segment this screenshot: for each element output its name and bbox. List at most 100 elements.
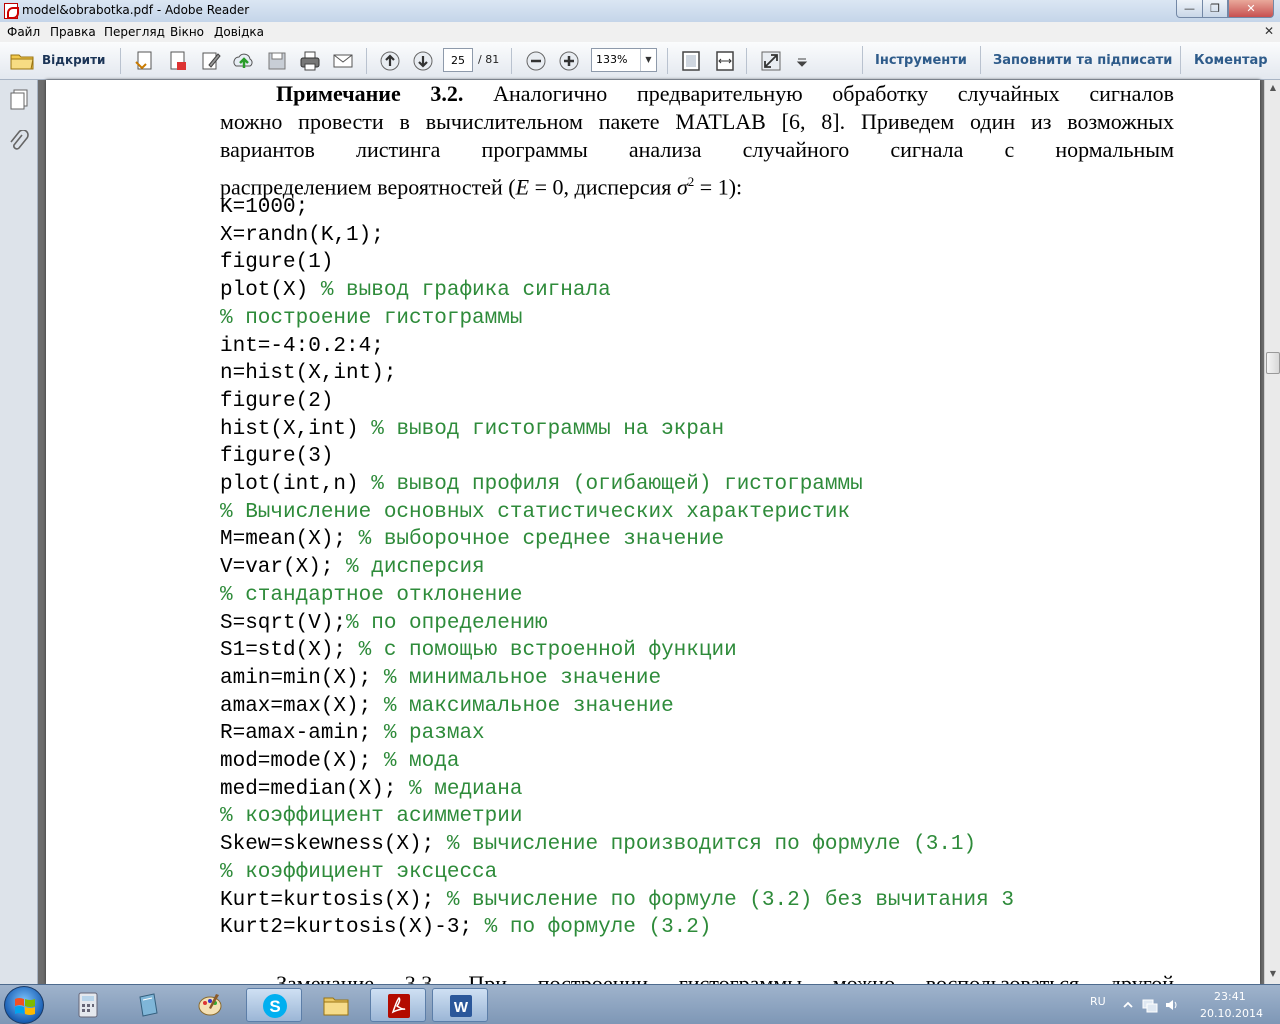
code-comment: % максимальное значение xyxy=(383,694,674,718)
menu-help[interactable]: Довідка xyxy=(214,25,264,39)
note-title: Примечание 3.2. xyxy=(276,81,464,106)
tab-fill-sign[interactable]: Заповнити та підписати xyxy=(993,53,1172,68)
code-line: S=sqrt(V);% по определению xyxy=(220,612,548,636)
next-page-icon[interactable] xyxy=(412,50,434,72)
export-pdf-icon[interactable] xyxy=(167,50,189,72)
code-text: S=sqrt(V); xyxy=(220,611,347,635)
vertical-scrollbar[interactable]: ▲ ▼ xyxy=(1264,80,1280,984)
code-text: plot(int,n) xyxy=(220,473,372,496)
code-line: mod=mode(X); % мода xyxy=(220,750,459,774)
tray-volume-icon[interactable] xyxy=(1164,997,1180,1013)
minimize-button[interactable]: — xyxy=(1176,0,1203,18)
tray-clock-date[interactable]: 20.10.2014 xyxy=(1200,1007,1263,1020)
scrollbar-thumb[interactable] xyxy=(1266,352,1280,374)
upload-icon[interactable] xyxy=(233,50,255,72)
code-line: figure(1) xyxy=(220,251,333,275)
svg-text:W: W xyxy=(454,999,469,1016)
close-button[interactable]: ✕ xyxy=(1228,0,1274,18)
taskbar-notes[interactable] xyxy=(120,988,176,1022)
prose-line: Примечание 3.2. Аналогично предварительн… xyxy=(276,81,1174,106)
code-line: M=mean(X); % выборочное среднее значение xyxy=(220,528,724,552)
tab-comment[interactable]: Коментар xyxy=(1194,53,1268,68)
open-button[interactable]: Відкрити xyxy=(6,49,106,73)
code-text: S1=std(X); xyxy=(220,639,359,663)
code-comment: % размах xyxy=(383,722,485,746)
prose-line: распределением вероятностей (E = 0, дисп… xyxy=(220,174,743,200)
email-icon[interactable] xyxy=(332,50,354,72)
toolbar-separator xyxy=(862,46,863,74)
code-comment: % по формуле (3.2) xyxy=(484,916,712,940)
adobe-reader-icon xyxy=(388,994,410,1018)
chevron-down-icon[interactable]: ▼ xyxy=(640,49,656,71)
code-text: int=-4:0.2:4; xyxy=(220,334,384,358)
code-line: amin=min(X); % минимальное значение xyxy=(220,667,661,691)
toolbar-separator xyxy=(980,46,981,74)
edit-pdf-icon[interactable] xyxy=(200,50,222,72)
svg-text:S: S xyxy=(269,997,280,1016)
attachments-paperclip-icon[interactable] xyxy=(8,129,30,154)
code-text: K=1000; xyxy=(220,196,309,219)
code-text: amax=max(X); xyxy=(220,694,384,718)
code-comment: % мода xyxy=(383,750,460,773)
create-pdf-icon[interactable] xyxy=(134,50,156,72)
taskbar-calculator[interactable] xyxy=(60,988,116,1022)
code-text: figure(1) xyxy=(220,251,334,275)
code-line: Kurt=kurtosis(X); % вычисление по формул… xyxy=(220,889,1014,913)
tray-language[interactable]: RU xyxy=(1090,995,1106,1008)
document-viewport[interactable]: Примечание 3.2. Аналогично предварительн… xyxy=(38,80,1264,984)
menu-edit[interactable]: Правка xyxy=(50,25,96,39)
taskbar-paint[interactable] xyxy=(182,988,238,1022)
zoom-select[interactable]: 133% ▼ xyxy=(591,48,657,72)
code-text: amin=min(X); xyxy=(220,666,384,690)
save-icon[interactable] xyxy=(266,50,288,72)
code-comment: % коэффициент эксцесса xyxy=(220,860,498,884)
code-text: mod=mode(X); xyxy=(220,750,384,773)
code-comment: % построение гистограммы xyxy=(220,306,523,330)
page-total: / 81 xyxy=(478,53,500,66)
fit-page-icon[interactable] xyxy=(680,50,702,72)
title-bar: model&obrabotka.pdf - Adobe Reader — ❐ ✕ xyxy=(0,0,1280,22)
scroll-down-arrow-icon[interactable]: ▼ xyxy=(1266,966,1280,982)
menu-file[interactable]: Файл xyxy=(7,25,40,39)
fit-width-icon[interactable] xyxy=(714,50,736,72)
tray-clock-time[interactable]: 23:41 xyxy=(1214,990,1246,1003)
code-comment: % выборочное среднее значение xyxy=(358,528,725,552)
code-line: % Вычисление основных статистических хар… xyxy=(220,501,850,525)
zoom-out-icon[interactable] xyxy=(525,50,547,72)
code-line: med=median(X); % медиана xyxy=(220,778,522,802)
start-button[interactable] xyxy=(4,986,44,1024)
toolbar-separator xyxy=(667,48,668,74)
toolbar-separator xyxy=(1180,46,1181,74)
close-document-button[interactable]: ✕ xyxy=(1264,24,1274,38)
code-text: n=hist(X,int); xyxy=(220,362,397,386)
code-comment: % коэффициент асимметрии xyxy=(220,805,523,829)
code-line: K=1000; xyxy=(220,196,308,220)
code-line: plot(X) % вывод графика сигнала xyxy=(220,279,611,303)
code-line: amax=max(X); % максимальное значение xyxy=(220,695,674,719)
code-text: Skew=skewness(X); xyxy=(220,833,447,857)
page-number-input[interactable] xyxy=(443,48,473,72)
taskbar-explorer[interactable] xyxy=(308,988,364,1022)
toolbar-options-chevron-icon[interactable] xyxy=(791,50,808,72)
tab-tools[interactable]: Інструменти xyxy=(875,53,967,68)
adobe-reader-icon xyxy=(4,3,19,19)
scroll-up-arrow-icon[interactable]: ▲ xyxy=(1266,80,1280,96)
code-text: Kurt=kurtosis(X); xyxy=(220,888,447,912)
print-icon[interactable] xyxy=(299,50,321,72)
menu-view[interactable]: Перегляд xyxy=(104,25,165,39)
zoom-in-icon[interactable] xyxy=(558,50,580,72)
tray-network-icon[interactable] xyxy=(1142,997,1158,1013)
taskbar-adobe-reader[interactable] xyxy=(370,988,426,1022)
word-icon: W xyxy=(450,995,472,1017)
taskbar-word[interactable]: W xyxy=(432,988,488,1022)
pages-panel-icon[interactable] xyxy=(8,88,30,112)
zoom-value: 133% xyxy=(596,53,628,66)
taskbar-skype[interactable]: S xyxy=(246,988,302,1022)
full-screen-icon[interactable] xyxy=(760,50,782,72)
paint-palette-icon xyxy=(198,994,222,1016)
tray-expand-icon[interactable] xyxy=(1120,997,1136,1013)
maximize-button[interactable]: ❐ xyxy=(1202,0,1228,18)
code-text: V=var(X); xyxy=(220,556,347,580)
menu-window[interactable]: Вікно xyxy=(170,25,204,39)
previous-page-icon[interactable] xyxy=(379,50,401,72)
